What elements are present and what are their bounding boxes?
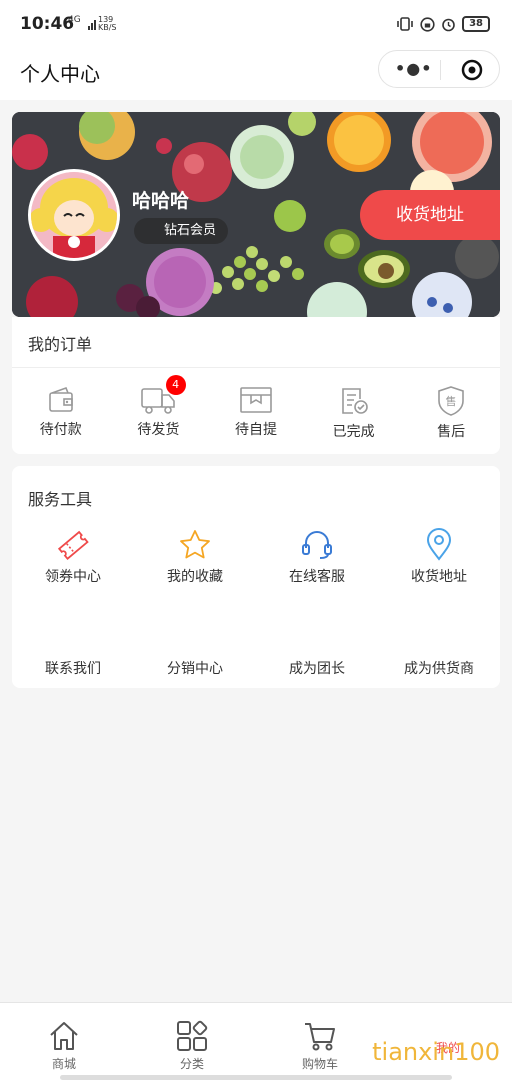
- tool-coupon-center-label: 领券中心: [45, 569, 101, 585]
- tool-become-group-leader[interactable]: 成为团长: [256, 654, 378, 678]
- svg-text:售: 售: [446, 394, 457, 408]
- lock-rotation-icon: [420, 16, 435, 32]
- more-options-icon[interactable]: •●•: [395, 61, 432, 77]
- capsule-divider: [440, 60, 441, 80]
- watermark-text: tianxin100: [372, 1038, 500, 1066]
- network-type: 4G: [68, 15, 81, 25]
- tab-mall[interactable]: 商城: [0, 1003, 128, 1081]
- order-pending-shipment-label: 待发货: [137, 422, 180, 438]
- tool-my-favorites[interactable]: 我的收藏: [134, 528, 256, 586]
- order-completed[interactable]: 已完成: [305, 385, 403, 441]
- status-icons: 38: [396, 16, 490, 32]
- order-status-row: 待付款 4 待发货 待自提 已完成 售 售后: [12, 375, 500, 441]
- order-after-sale-label: 售后: [437, 424, 466, 440]
- battery-indicator: 38: [462, 16, 490, 32]
- miniprogram-capsule: •●•: [378, 50, 500, 88]
- category-icon: [177, 1020, 208, 1051]
- location-pin-icon: [426, 528, 452, 561]
- tool-contact-us-label: 联系我们: [45, 661, 101, 677]
- order-pending-payment[interactable]: 待付款: [12, 385, 110, 441]
- tool-online-service[interactable]: 在线客服: [256, 528, 378, 586]
- alarm-icon: [442, 18, 455, 31]
- username: 哈哈哈: [132, 190, 190, 212]
- tool-become-supplier[interactable]: 成为供货商: [378, 654, 500, 678]
- signal-icon: [88, 20, 96, 30]
- orders-title: 我的订单: [28, 335, 93, 354]
- shipping-address-button[interactable]: 收货地址: [360, 190, 500, 240]
- speed-unit: KB/S: [98, 23, 117, 32]
- coupon-icon: [57, 530, 89, 560]
- order-pending-pickup[interactable]: 待自提: [207, 385, 305, 441]
- tool-online-service-label: 在线客服: [289, 569, 345, 585]
- order-pending-pickup-label: 待自提: [234, 422, 277, 438]
- my-orders-card: 我的订单 待付款 4 待发货 待自提 已完成 售 售后: [12, 317, 500, 454]
- tool-contact-us[interactable]: 联系我们: [12, 654, 134, 678]
- service-tools-card: 服务工具 领券中心 我的收藏 在线客服 收货地址 联系我们 分销中心 成为团长 …: [12, 466, 500, 688]
- tools-title: 服务工具: [28, 490, 93, 509]
- tool-become-supplier-label: 成为供货商: [404, 661, 474, 677]
- box-icon: [240, 387, 272, 413]
- close-miniprogram-icon[interactable]: [461, 59, 483, 81]
- tool-shipping-address-label: 收货地址: [411, 569, 467, 585]
- shield-after-sale-icon: 售: [438, 386, 464, 416]
- order-after-sale[interactable]: 售 售后: [402, 385, 500, 441]
- wallet-icon: [48, 386, 73, 412]
- status-time: 10:46: [20, 14, 75, 34]
- pending-shipment-count-badge: 4: [165, 375, 186, 395]
- order-pending-shipment[interactable]: 4 待发货: [110, 375, 208, 441]
- cart-icon: [305, 1023, 335, 1051]
- avatar-image: [31, 172, 117, 258]
- home-icon: [50, 1022, 78, 1050]
- tools-row-1: 领券中心 我的收藏 在线客服 收货地址: [12, 528, 500, 586]
- member-level-badge: 钻石会员: [134, 218, 228, 244]
- tab-category[interactable]: 分类: [128, 1003, 256, 1081]
- order-pending-payment-label: 待付款: [39, 422, 82, 438]
- star-icon: [180, 530, 210, 559]
- page-title: 个人中心: [20, 62, 100, 86]
- tool-distribution-center-label: 分销中心: [167, 661, 223, 677]
- tab-cart-label: 购物车: [301, 1057, 338, 1071]
- tool-my-favorites-label: 我的收藏: [167, 569, 223, 585]
- check-document-icon: [341, 388, 368, 414]
- tool-coupon-center[interactable]: 领券中心: [12, 528, 134, 586]
- profile-banner: 哈哈哈 钻石会员 收货地址: [12, 112, 500, 317]
- vibrate-icon: [397, 17, 413, 31]
- tool-become-group-leader-label: 成为团长: [289, 661, 345, 677]
- tab-cart[interactable]: 购物车: [256, 1003, 384, 1081]
- orders-divider: [12, 367, 500, 368]
- home-indicator: [60, 1075, 452, 1080]
- headset-icon: [302, 531, 332, 559]
- avatar[interactable]: [28, 169, 120, 261]
- order-completed-label: 已完成: [332, 424, 375, 440]
- tools-row-2: 联系我们 分销中心 成为团长 成为供货商: [12, 654, 500, 678]
- tool-shipping-address[interactable]: 收货地址: [378, 528, 500, 586]
- tab-mall-label: 商城: [51, 1057, 76, 1071]
- tab-category-label: 分类: [179, 1057, 204, 1071]
- network-speed: 139 KB/S: [98, 16, 117, 32]
- status-bar: 10:46 4G 139 KB/S 38: [0, 0, 512, 48]
- tool-distribution-center[interactable]: 分销中心: [134, 654, 256, 678]
- navigation-bar: 个人中心 •●•: [0, 48, 512, 100]
